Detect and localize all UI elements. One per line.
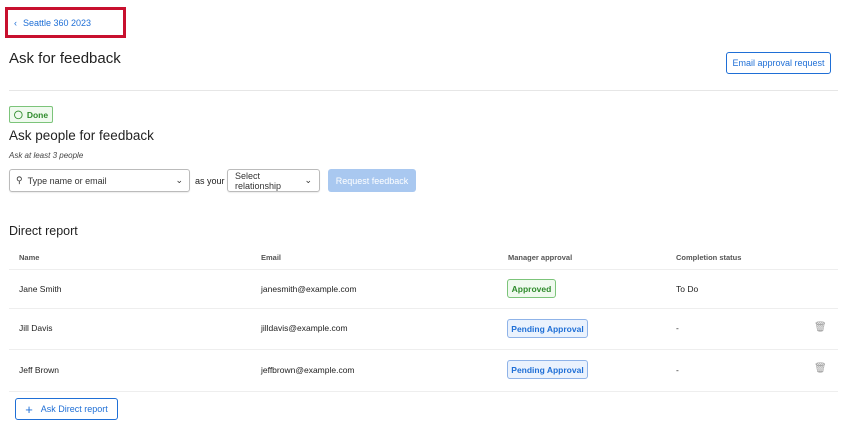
- row-name: Jill Davis: [19, 323, 53, 333]
- row-divider: [9, 269, 838, 270]
- relationship-select[interactable]: Select relationship ⌄: [227, 169, 320, 192]
- column-header-name: Name: [19, 253, 40, 262]
- section-heading: Ask people for feedback: [9, 128, 154, 143]
- ask-direct-report-label: Ask Direct report: [40, 404, 108, 414]
- back-link[interactable]: ‹ Seattle 360 2023: [5, 7, 126, 38]
- search-icon: ⚲: [16, 175, 23, 185]
- row-name: Jeff Brown: [19, 365, 60, 375]
- email-approval-button[interactable]: Email approval request: [726, 52, 831, 74]
- column-header-email: Email: [261, 253, 282, 262]
- back-link-label: Seattle 360 2023: [23, 17, 92, 28]
- ask-direct-report-button[interactable]: + Ask Direct report: [15, 398, 118, 420]
- trash-icon[interactable]: 🗑: [814, 322, 827, 333]
- relationship-placeholder: Select relationship: [235, 170, 282, 191]
- status-badge: ◯ Done: [9, 106, 53, 123]
- approval-badge: Pending Approval: [507, 360, 588, 379]
- request-feedback-button[interactable]: Request feedback: [328, 169, 416, 192]
- column-header-approval: Manager approval: [508, 253, 573, 262]
- chevron-down-icon: ⌄: [175, 175, 183, 185]
- row-divider: [9, 308, 838, 309]
- approval-badge: Pending Approval: [507, 319, 588, 338]
- row-email: jilldavis@example.com: [261, 323, 348, 333]
- check-circle-icon: ◯: [13, 110, 23, 119]
- divider: [9, 90, 838, 91]
- chevron-left-icon: ‹: [14, 17, 17, 28]
- column-header-status: Completion status: [676, 253, 742, 262]
- plus-icon: +: [25, 401, 33, 417]
- row-divider: [9, 349, 838, 350]
- row-status: -: [676, 365, 679, 375]
- row-status: -: [676, 323, 679, 333]
- approval-badge: Approved: [507, 279, 556, 298]
- direct-report-heading: Direct report: [9, 224, 78, 238]
- status-label: Done: [26, 109, 49, 120]
- row-name: Jane Smith: [19, 284, 62, 294]
- chevron-down-icon: ⌄: [304, 175, 312, 185]
- page-title: Ask for feedback: [9, 50, 121, 67]
- row-email: janesmith@example.com: [261, 284, 357, 294]
- search-placeholder: Type name or email: [27, 175, 107, 186]
- row-status: To Do: [676, 284, 699, 294]
- trash-icon[interactable]: 🗑: [814, 363, 827, 374]
- row-email: jeffbrown@example.com: [261, 365, 355, 375]
- hint-text: Ask at least 3 people: [9, 151, 84, 160]
- row-divider: [9, 391, 838, 392]
- search-input[interactable]: ⚲ Type name or email ⌄: [9, 169, 190, 192]
- as-your-label: as your: [195, 176, 225, 186]
